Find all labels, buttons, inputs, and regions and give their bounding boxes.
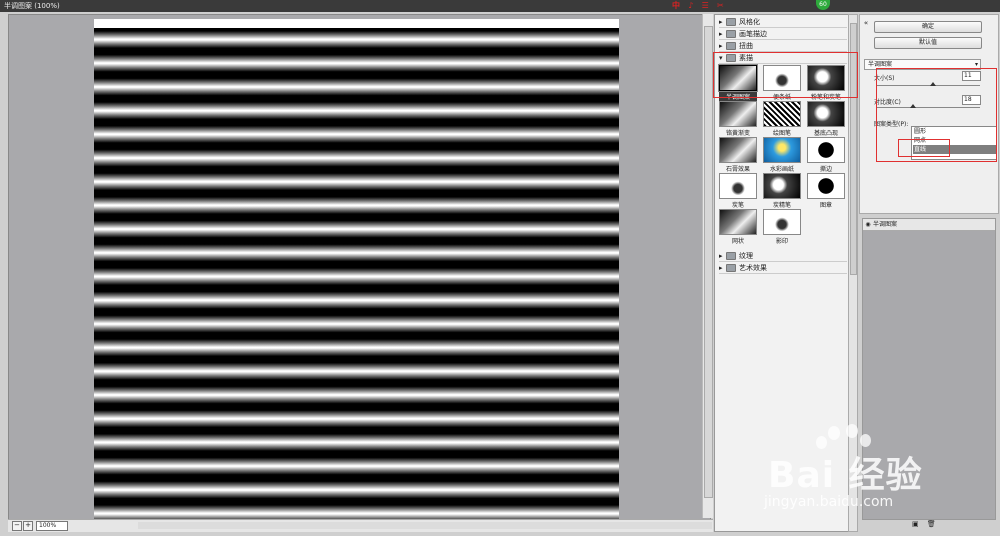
halftone-line-pattern: [94, 28, 619, 523]
effect-layer-row[interactable]: ◉ 半调图案: [863, 219, 995, 231]
filter-thumb-item[interactable]: 铬黄渐变: [719, 101, 757, 137]
filter-label: 影印: [775, 238, 788, 245]
preview-area: [8, 14, 711, 523]
category-artistic[interactable]: ▸ 艺术效果: [719, 263, 847, 274]
filter-preview-image: [807, 101, 845, 127]
filter-thumb-item[interactable]: 基底凸现: [807, 101, 845, 137]
watermark-url: jingyan.baidu.com: [764, 494, 894, 510]
collapse-icon[interactable]: «: [862, 19, 870, 27]
ime-icon[interactable]: 中: [672, 0, 680, 11]
filter-preview-image: [807, 173, 845, 199]
filter-thumb-item[interactable]: 影印: [763, 209, 801, 245]
filter-preview-image: [719, 101, 757, 127]
ok-button[interactable]: 确定: [874, 21, 982, 33]
folder-icon: [726, 42, 736, 50]
baidu-watermark: Bai 经验 jingyan.baidu.com: [752, 424, 992, 524]
expand-arrow-icon: ▸: [719, 42, 723, 50]
folder-icon: [726, 264, 736, 272]
filter-preview-image: [763, 137, 801, 163]
preview-canvas[interactable]: [94, 19, 619, 523]
watermark-brand: Bai 经验: [768, 455, 923, 496]
paw-icon: [828, 426, 840, 440]
filter-preview-image: [763, 209, 801, 235]
filter-thumb-item[interactable]: 撕边: [807, 137, 845, 173]
filter-label: 炭笔: [731, 202, 744, 209]
expand-arrow-icon: ▸: [719, 264, 723, 272]
filter-label: 撕边: [819, 166, 832, 173]
highlight-box-sketch: [713, 52, 858, 98]
toolbar-brand-icons: 中 ♪ ☰ ✂: [672, 0, 732, 12]
filter-preview-image: [719, 209, 757, 235]
filter-label: 铬黄渐变: [725, 130, 750, 137]
title-bar: 半调图案 (100%) 中 ♪ ☰ ✂ 60: [0, 0, 1000, 12]
zoom-in-button[interactable]: +: [23, 521, 33, 531]
zoom-out-button[interactable]: −: [12, 521, 22, 531]
filter-thumb-item[interactable]: 炭笔: [719, 173, 757, 209]
window-title: 半调图案 (100%): [4, 2, 60, 10]
category-distort[interactable]: ▸ 扭曲: [719, 41, 847, 52]
filter-preview-image: [719, 137, 757, 163]
expand-arrow-icon: ▸: [719, 18, 723, 26]
filter-preview-image: [763, 173, 801, 199]
zoom-level-field[interactable]: 100%: [36, 521, 68, 531]
category-brush-strokes[interactable]: ▸ 画笔描边: [719, 29, 847, 40]
filter-label: 图章: [819, 202, 832, 209]
tool-icon[interactable]: ✂: [717, 1, 724, 10]
status-bar: − + 100%: [8, 519, 713, 532]
filter-label: 水彩画纸: [769, 166, 794, 173]
preview-vertical-scrollbar[interactable]: [702, 14, 713, 518]
filter-thumb-item[interactable]: 网状: [719, 209, 757, 245]
filter-label: 基底凸现: [813, 130, 838, 137]
filter-label: 炭精笔: [772, 202, 791, 209]
filter-thumb-item[interactable]: 绘图笔: [763, 101, 801, 137]
filter-label: 绘图笔: [772, 130, 791, 137]
scroll-thumb[interactable]: [704, 26, 713, 498]
folder-icon: [726, 18, 736, 26]
expand-arrow-icon: ▸: [719, 30, 723, 38]
zoom-circle-badge[interactable]: 60: [816, 0, 830, 10]
filter-thumb-item[interactable]: 石膏效果: [719, 137, 757, 173]
music-icon[interactable]: ♪: [688, 1, 693, 10]
filter-thumb-item[interactable]: 炭精笔: [763, 173, 801, 209]
filter-label: 石膏效果: [725, 166, 750, 173]
preview-horizontal-scrollbar[interactable]: [138, 522, 712, 529]
category-texture[interactable]: ▸ 纹理: [719, 251, 847, 262]
category-stylize[interactable]: ▸ 风格化: [719, 17, 847, 28]
menu-icon[interactable]: ☰: [702, 1, 709, 10]
filter-preview-image: [763, 101, 801, 127]
filter-preview-image: [719, 173, 757, 199]
filter-thumb-item[interactable]: 图章: [807, 173, 845, 209]
filter-thumb-item[interactable]: 水彩画纸: [763, 137, 801, 173]
expand-arrow-icon: ▸: [719, 252, 723, 260]
filter-preview-image: [807, 137, 845, 163]
highlight-box-line-option: [898, 139, 950, 157]
eye-icon[interactable]: ◉: [863, 219, 873, 230]
folder-icon: [726, 252, 736, 260]
filter-label: 网状: [731, 238, 744, 245]
folder-icon: [726, 30, 736, 38]
paw-icon: [846, 424, 858, 438]
default-button[interactable]: 默认值: [874, 37, 982, 49]
